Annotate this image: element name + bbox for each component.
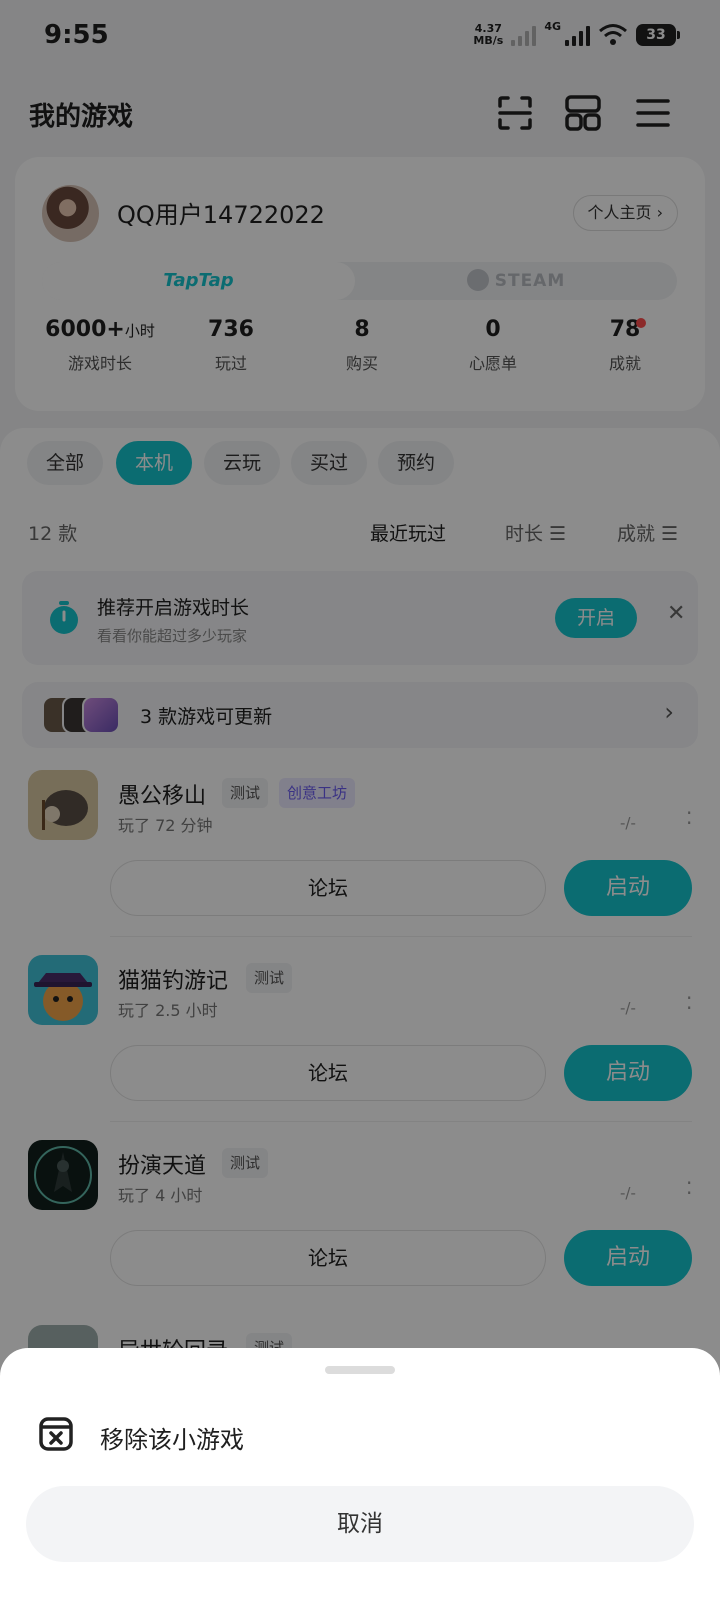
cancel-button[interactable]: 取消: [26, 1486, 694, 1562]
remove-box-icon: [39, 1417, 73, 1451]
sheet-handle[interactable]: [325, 1366, 395, 1374]
remove-game-option[interactable]: 移除该小游戏: [0, 1398, 720, 1472]
bottom-sheet: 移除该小游戏 取消: [0, 1348, 720, 1601]
remove-game-label: 移除该小游戏: [100, 1426, 244, 1454]
